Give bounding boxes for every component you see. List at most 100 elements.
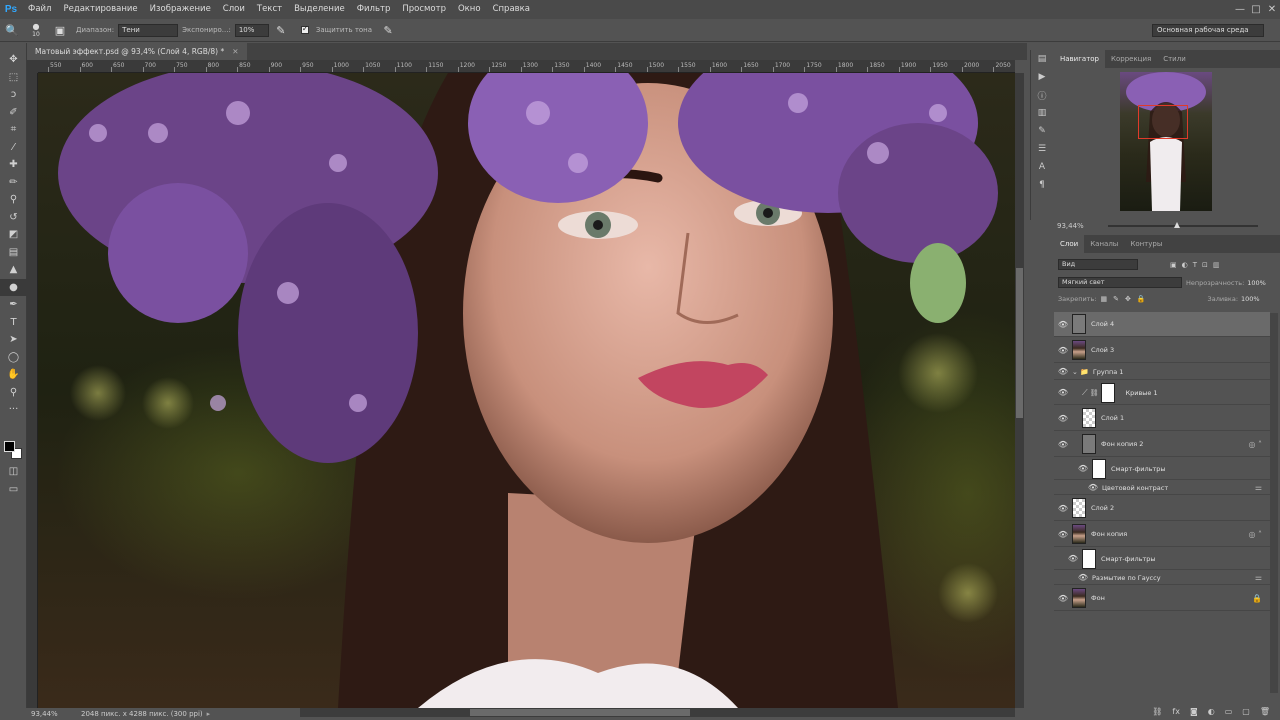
pen-tool-icon[interactable]: ✒ xyxy=(0,296,27,314)
menu-filter[interactable]: Фильтр xyxy=(351,0,397,19)
brush-preset-picker[interactable]: ● 10 xyxy=(24,19,48,42)
group-folder-icon[interactable]: ⌄ 📁 xyxy=(1072,368,1089,376)
ruler-origin[interactable] xyxy=(27,60,38,73)
new-layer-icon[interactable]: ▢ xyxy=(1242,707,1250,716)
smart-object-icon[interactable]: ◎ ˄ xyxy=(1248,440,1262,449)
maximize-button[interactable]: □ xyxy=(1248,0,1264,19)
blend-mode-select[interactable]: Мягкий свет xyxy=(1058,277,1182,288)
visibility-eye-icon[interactable]: 👁 xyxy=(1054,320,1072,329)
visibility-eye-icon[interactable]: 👁 xyxy=(1084,483,1102,492)
vertical-ruler[interactable] xyxy=(27,73,38,708)
lock-icons[interactable]: ▦✎✥🔒 xyxy=(1100,295,1151,303)
more-tools-icon[interactable]: ··· xyxy=(0,401,27,419)
tab-layers[interactable]: Слои xyxy=(1054,235,1085,253)
healing-brush-tool-icon[interactable]: ✚ xyxy=(0,156,27,174)
layer-row[interactable]: 👁 Слой 4 xyxy=(1054,312,1270,337)
brush-tool-icon[interactable]: ✏ xyxy=(0,174,27,192)
navigator-thumbnail[interactable] xyxy=(1120,72,1212,211)
workspace-select[interactable]: Основная рабочая среда xyxy=(1152,24,1264,37)
tab-adjustments[interactable]: Коррекция xyxy=(1105,50,1157,68)
pressure-icon[interactable]: ✎ xyxy=(376,19,400,42)
close-window-button[interactable]: ✕ xyxy=(1264,0,1280,19)
character-panel-icon[interactable]: A xyxy=(1031,158,1053,176)
smart-filters-row[interactable]: 👁 Смарт-фильтры xyxy=(1054,548,1270,570)
protect-tones-checkbox[interactable] xyxy=(300,24,309,34)
smart-object-icon[interactable]: ◎ ˄ xyxy=(1248,530,1262,539)
opacity-value[interactable]: 100% xyxy=(1247,279,1266,287)
tab-styles[interactable]: Стили xyxy=(1157,50,1192,68)
info-panel-icon[interactable]: ⓘ xyxy=(1031,86,1053,104)
add-mask-icon[interactable]: ◙ xyxy=(1190,707,1198,716)
status-menu-arrow-icon[interactable]: ▸ xyxy=(207,710,211,718)
type-tool-icon[interactable]: T xyxy=(0,314,27,332)
brush-settings-icon[interactable]: ✎ xyxy=(1031,122,1053,140)
lasso-tool-icon[interactable]: ↄ xyxy=(0,86,27,104)
new-group-icon[interactable]: ▭ xyxy=(1225,707,1233,716)
layer-filter-icons[interactable]: ▣◐T⊡▥ xyxy=(1170,261,1224,269)
menu-file[interactable]: Файл xyxy=(22,0,57,19)
navigator-zoom-value[interactable]: 93,44% xyxy=(1057,222,1084,230)
navigator-zoom-slider[interactable] xyxy=(1108,222,1258,228)
zoom-tool-icon[interactable]: ⚲ xyxy=(0,384,27,402)
document-tab[interactable]: Матовый эффект.psd @ 93,4% (Слой 4, RGB/… xyxy=(27,43,247,60)
menu-window[interactable]: Окно xyxy=(452,0,487,19)
tab-navigator[interactable]: Навигатор xyxy=(1054,50,1105,68)
move-tool-icon[interactable]: ✥ xyxy=(0,51,27,69)
visibility-eye-icon[interactable]: 👁 xyxy=(1054,504,1072,513)
history-brush-tool-icon[interactable]: ↺ xyxy=(0,209,27,227)
quick-mask-icon[interactable]: ◫ xyxy=(0,463,27,481)
tab-paths[interactable]: Контуры xyxy=(1124,235,1168,253)
blur-tool-icon[interactable]: ▲ xyxy=(0,261,27,279)
menu-edit[interactable]: Редактирование xyxy=(57,0,143,19)
filter-options-icon[interactable]: ⚌ xyxy=(1255,573,1262,582)
tab-channels[interactable]: Каналы xyxy=(1084,235,1124,253)
history-panel-icon[interactable]: ▤ xyxy=(1031,50,1053,68)
filter-row[interactable]: 👁 Цветовой контраст ⚌ xyxy=(1054,481,1270,495)
close-document-icon[interactable]: ✕ xyxy=(232,47,238,56)
menu-select[interactable]: Выделение xyxy=(288,0,351,19)
quick-select-tool-icon[interactable]: ✐ xyxy=(0,104,27,122)
dodge-tool-icon[interactable]: ● xyxy=(0,278,27,296)
actions-panel-icon[interactable]: ▶ xyxy=(1031,68,1053,86)
vertical-scroll-thumb[interactable] xyxy=(1016,268,1023,418)
menu-view[interactable]: Просмотр xyxy=(396,0,452,19)
gradient-tool-icon[interactable]: ▤ xyxy=(0,244,27,262)
visibility-eye-icon[interactable]: 👁 xyxy=(1054,414,1072,423)
airbrush-icon[interactable]: ✎ xyxy=(269,19,293,42)
smart-filters-row[interactable]: 👁 Смарт-фильтры xyxy=(1054,458,1270,480)
fx-icon[interactable]: fx xyxy=(1172,707,1180,716)
visibility-eye-icon[interactable]: 👁 xyxy=(1054,346,1072,355)
shape-tool-icon[interactable]: ◯ xyxy=(0,349,27,367)
visibility-eye-icon[interactable]: 👁 xyxy=(1054,440,1072,449)
layer-row[interactable]: 👁 Слой 1 xyxy=(1054,406,1270,431)
visibility-eye-icon[interactable]: 👁 xyxy=(1054,594,1072,603)
horizontal-ruler[interactable]: 550 600 650 700 750 800 850 900 950 1000 1050 1100 1… xyxy=(38,60,1015,73)
navigator-view-box[interactable] xyxy=(1138,105,1188,139)
layer-row[interactable]: 👁 Слой 3 xyxy=(1054,338,1270,363)
menu-help[interactable]: Справка xyxy=(487,0,536,19)
layer-row[interactable]: 👁 Фон копия 2 ◎ ˄ xyxy=(1054,432,1270,457)
lock-icon[interactable]: 🔒 xyxy=(1252,594,1262,603)
delete-layer-icon[interactable]: 🗑 xyxy=(1260,707,1270,716)
filter-options-icon[interactable]: ⚌ xyxy=(1255,483,1262,492)
visibility-eye-icon[interactable]: 👁 xyxy=(1064,554,1082,563)
group-row[interactable]: 👁 ⌄ 📁 Группа 1 xyxy=(1054,364,1270,380)
navigator-zoom-knob[interactable] xyxy=(1174,222,1180,228)
clone-stamp-tool-icon[interactable]: ⚲ xyxy=(0,191,27,209)
hand-tool-icon[interactable]: ✋ xyxy=(0,366,27,384)
exposure-input[interactable]: 10% xyxy=(234,23,269,37)
link-layers-icon[interactable]: ⛓ xyxy=(1152,707,1162,716)
layer-row[interactable]: 👁 ⟋ ⛓ Кривые 1 xyxy=(1054,381,1270,405)
layer-filter-select[interactable]: Вид xyxy=(1058,259,1138,270)
crop-tool-icon[interactable]: ⌗ xyxy=(0,121,27,139)
layer-row[interactable]: 👁 Фон копия ◎ ˄ xyxy=(1054,522,1270,547)
visibility-eye-icon[interactable]: 👁 xyxy=(1074,464,1092,473)
dodge-tool-preset-icon[interactable]: 🔍 xyxy=(0,19,24,42)
visibility-eye-icon[interactable]: 👁 xyxy=(1054,367,1072,376)
horizontal-scrollbar[interactable] xyxy=(300,708,1015,717)
visibility-eye-icon[interactable]: 👁 xyxy=(1074,573,1092,582)
screen-mode-icon[interactable]: ▭ xyxy=(0,481,27,499)
foreground-color-swatch[interactable] xyxy=(4,441,15,452)
document-canvas[interactable] xyxy=(38,73,1015,708)
menu-layers[interactable]: Слои xyxy=(217,0,251,19)
